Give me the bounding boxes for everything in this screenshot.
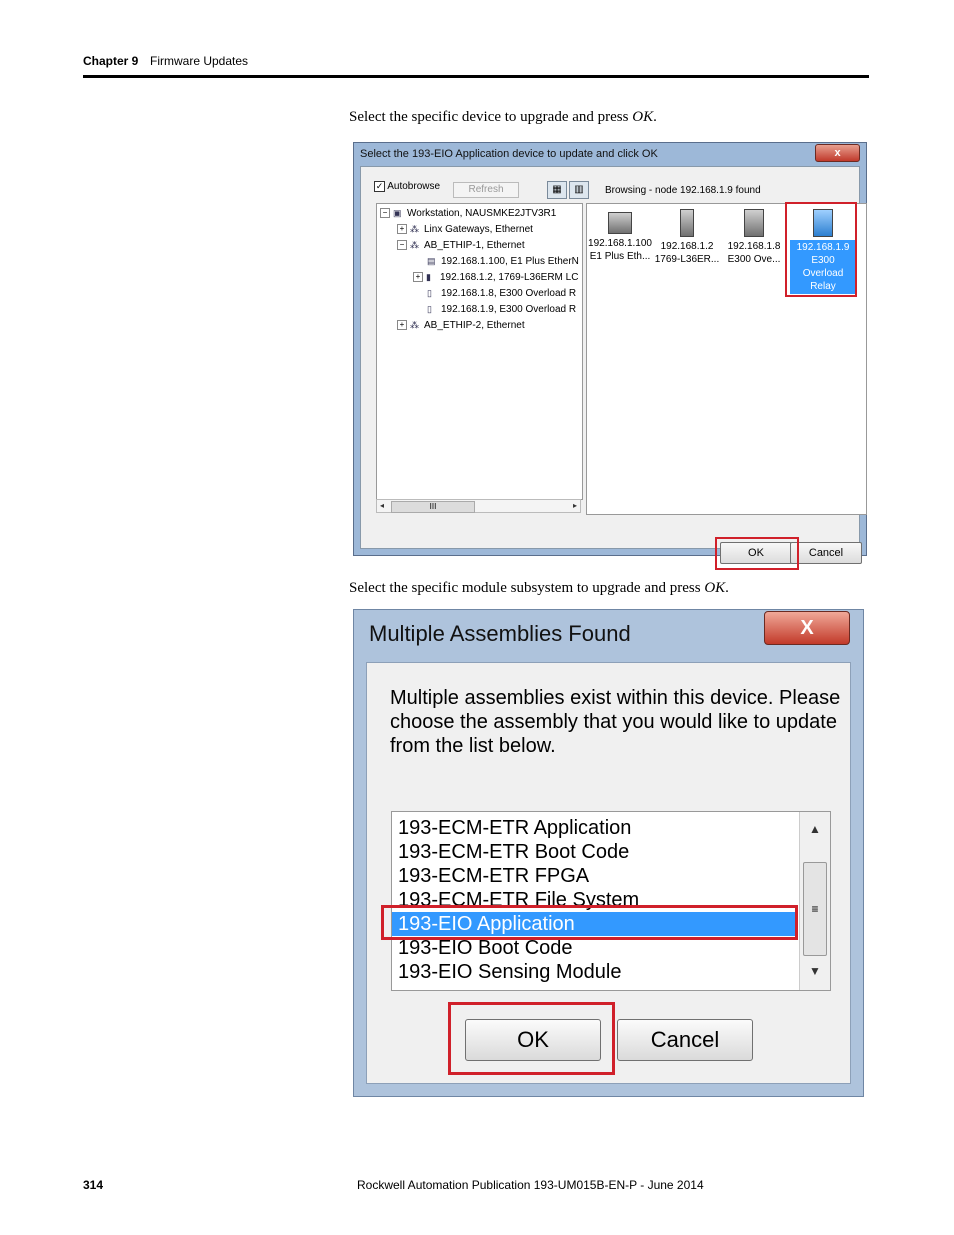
relay-icon: ▯ [427,304,432,315]
tree-node[interactable]: ▤ 192.168.1.100, E1 Plus EtherN [427,256,579,267]
device-item[interactable]: 192.168.1.8 E300 Ove... [721,204,787,266]
tree-node[interactable]: ▯ 192.168.1.9, E300 Overload R [427,304,576,315]
list-item[interactable]: 193-ECM-ETR FPGA [398,864,589,888]
instruction-step1: Select the specific device to upgrade an… [349,109,657,125]
expand-icon[interactable]: + [397,320,407,331]
selection-highlight-box [785,202,857,297]
dialog-message: Multiple assemblies exist within this de… [390,687,841,757]
ok-highlight-box [715,537,799,570]
device-item[interactable]: 192.168.1.2 1769-L36ER... [654,204,720,266]
cancel-button[interactable]: Cancel [790,542,862,564]
chapter-label: Chapter 9 [83,54,139,68]
selection-highlight-box [381,905,798,940]
check-icon: ✓ [374,181,385,192]
section-title: Firmware Updates [150,54,249,68]
device-item[interactable]: 192.168.1.100 E1 Plus Eth... [587,204,653,263]
controller-icon: ▮ [426,272,431,283]
scroll-right-icon[interactable]: ▸ [573,500,577,512]
dialog-title: Select the 193-EIO Application device to… [360,148,658,160]
autobrowse-checkbox[interactable]: ✓ Autobrowse [374,181,440,192]
instruction-step2: Select the specific module subsystem to … [349,580,729,596]
page-number: 314 [83,1178,104,1192]
large-icons-view-icon[interactable]: ▦ [547,181,567,199]
list-item[interactable]: 193-ECM-ETR Application [398,816,631,840]
device-icon: ▤ [427,256,436,267]
network-icon: ⁂ [410,320,419,331]
scroll-left-icon[interactable]: ◂ [380,500,384,512]
network-icon: ⁂ [410,240,419,251]
scroll-up-icon[interactable]: ▲ [800,822,830,836]
relay-icon: ▯ [427,288,432,299]
tree-node[interactable]: ▯ 192.168.1.8, E300 Overload R [427,288,576,299]
ok-highlight-box [448,1002,615,1075]
network-icon: ⁂ [410,224,419,235]
device-select-dialog: Select the 193-EIO Application device to… [353,142,867,570]
tree-node[interactable]: − ▣ Workstation, NAUSMKE2JTV3R1 [380,208,556,219]
list-view-icon[interactable]: ▥ [569,181,589,199]
publication-info: Rockwell Automation Publication 193-UM01… [357,1178,704,1192]
vertical-scrollbar[interactable]: ▲ ≡ ▼ [799,812,830,990]
running-header: Chapter 9 Firmware Updates [83,54,248,68]
dialog-title: Multiple Assemblies Found [369,621,631,646]
tree-node[interactable]: + ⁂ AB_ETHIP-2, Ethernet [397,320,525,331]
list-item[interactable]: 193-ECM-ETR Boot Code [398,840,629,864]
scroll-thumb[interactable]: III [391,501,475,513]
relay-icon [744,209,764,237]
expand-icon[interactable]: + [397,224,407,235]
scroll-thumb[interactable]: ≡ [803,862,827,956]
cancel-button[interactable]: Cancel [617,1019,753,1061]
expand-icon[interactable]: + [413,272,423,283]
multiple-assemblies-dialog: Multiple Assemblies Found X Multiple ass… [353,609,864,1097]
tree-node[interactable]: + ▮ 192.168.1.2, 1769-L36ERM LC [413,272,578,283]
controller-icon [680,209,694,237]
header-rule [83,75,869,78]
computer-icon: ▣ [393,208,402,219]
tree-node[interactable]: − ⁂ AB_ETHIP-1, Ethernet [397,240,525,251]
device-icon [608,212,632,234]
list-item[interactable]: 193-EIO Sensing Module [398,960,621,984]
assembly-list[interactable]: 193-ECM-ETR Application 193-ECM-ETR Boot… [391,811,831,991]
collapse-icon[interactable]: − [380,208,390,219]
close-button[interactable]: x [815,144,860,162]
dialog-client: ✓ Autobrowse Refresh ▦ ▥ Browsing - node… [360,166,867,570]
collapse-icon[interactable]: − [397,240,407,251]
browse-status: Browsing - node 192.168.1.9 found [605,185,761,196]
close-button[interactable]: X [764,611,850,645]
refresh-button[interactable]: Refresh [453,182,519,198]
tree-node[interactable]: + ⁂ Linx Gateways, Ethernet [397,224,533,235]
horizontal-scrollbar[interactable]: ◂ III ▸ [376,499,581,513]
network-tree[interactable]: − ▣ Workstation, NAUSMKE2JTV3R1 + ⁂ Linx Gat… [376,203,583,500]
dialog-client: Multiple assemblies exist within this de… [366,662,851,1084]
scroll-down-icon[interactable]: ▼ [800,964,830,978]
autobrowse-label: Autobrowse [387,181,441,193]
